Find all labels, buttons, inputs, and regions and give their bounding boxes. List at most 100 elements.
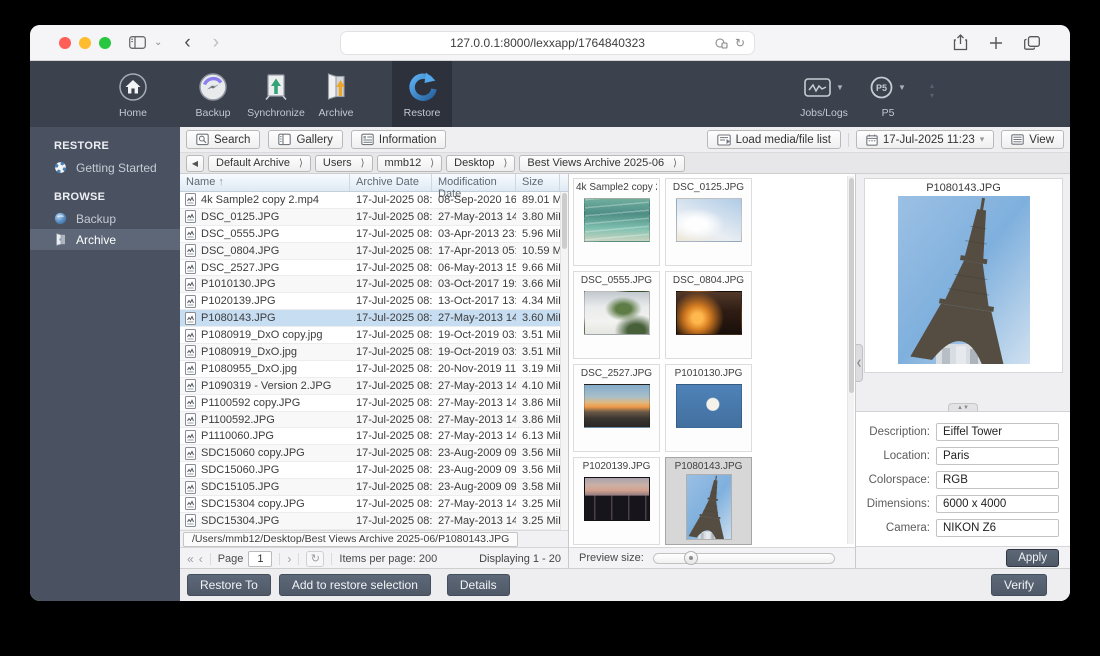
toolbar-backup-button[interactable]: Backup [180,61,246,127]
jobs-logs-dropdown-icon[interactable]: ▼ [836,83,844,92]
metadata-input[interactable] [936,471,1059,489]
sidebar-item-archive[interactable]: Archive [30,229,180,250]
column-header-modification-date[interactable]: Modification Date [432,174,516,191]
privacy-icon[interactable] [715,37,728,50]
breadcrumb-item[interactable]: Users⟩ [315,155,373,172]
toolbar-synchronize-button[interactable]: Synchronize [246,61,306,127]
reload-icon[interactable]: ↻ [735,36,745,50]
gallery-thumb[interactable]: DSC_2527.JPG [573,364,660,452]
gallery-scrollbar-thumb[interactable] [849,178,854,393]
share-icon[interactable] [953,34,968,51]
p5-button[interactable]: P5 ▼ P5 [860,61,916,127]
slider-knob[interactable] [684,551,698,565]
file-name: P1080143.JPG [201,312,276,324]
gallery-thumb[interactable]: P1020139.JPG [573,457,660,545]
table-row[interactable]: SDC15304.JPG17-Jul-2025 08:4427-May-2013… [180,513,568,530]
sidebar-item-backup[interactable]: Backup [30,208,180,229]
table-row[interactable]: P1080143.JPG17-Jul-2025 08:4427-May-2013… [180,310,568,327]
table-row[interactable]: SDC15105.JPG17-Jul-2025 08:4423-Aug-2009… [180,479,568,496]
path-bar: /Users/mmb12/Desktop/Best Views Archive … [180,530,568,547]
gallery-thumb[interactable]: P1010130.JPG [665,364,752,452]
verify-button[interactable]: Verify [991,574,1047,596]
table-row[interactable]: P1080919_DxO.jpg17-Jul-2025 08:4419-Oct-… [180,344,568,361]
preview-form-gap: ▲▼ [856,373,1070,411]
gallery-button[interactable]: Gallery [268,130,342,149]
table-row[interactable]: DSC_0125.JPG17-Jul-2025 08:4427-May-2013… [180,209,568,226]
forward-button[interactable]: › [213,33,219,52]
previous-page-button[interactable]: ‹ [199,552,203,566]
breadcrumb-item[interactable]: mmb12⟩ [377,155,443,172]
zoom-window-button[interactable] [99,37,111,49]
gallery-scrollbar[interactable] [847,176,854,544]
table-row[interactable]: SDC15060 copy.JPG17-Jul-2025 08:4423-Aug… [180,445,568,462]
table-row[interactable]: SDC15060.JPG17-Jul-2025 08:4423-Aug-2009… [180,462,568,479]
metadata-input[interactable] [936,447,1059,465]
gallery-thumb[interactable]: 4k Sample2 copy 2. [573,178,660,266]
apply-button[interactable]: Apply [1006,549,1059,567]
url-bar[interactable]: 127.0.0.1:8000/lexxapp/1764840323 ↻ [340,31,755,55]
action-button[interactable]: Add to restore selection [279,574,431,596]
date-picker-button[interactable]: 17-Jul-2025 11:23 ▾ [856,130,994,149]
modification-date-cell: 27-May-2013 14:36 [432,498,516,510]
table-scrollbar-thumb[interactable] [562,193,567,249]
tab-overview-icon[interactable] [1024,36,1040,50]
new-tab-icon[interactable] [989,36,1003,50]
preview-size-slider[interactable] [653,553,835,564]
apply-bar: Apply [856,546,1070,568]
breadcrumb-back-button[interactable]: ◀ [186,155,204,172]
table-row[interactable]: P1090319 - Version 2.JPG17-Jul-2025 08:4… [180,378,568,395]
table-row[interactable]: P1010130.JPG17-Jul-2025 08:4403-Oct-2017… [180,276,568,293]
breadcrumb-item[interactable]: Best Views Archive 2025-06⟩ [519,155,685,172]
breadcrumb-item[interactable]: Desktop⟩ [446,155,515,172]
table-scrollbar[interactable] [560,192,568,530]
refresh-button[interactable]: ↻ [306,551,324,567]
table-row[interactable]: P1110060.JPG17-Jul-2025 08:4427-May-2013… [180,428,568,445]
sidebar-item-label: Getting Started [76,161,157,175]
table-row[interactable]: 4k Sample2 copy 2.mp417-Jul-2025 08:4408… [180,192,568,209]
table-row[interactable]: P1080919_DxO copy.jpg17-Jul-2025 08:4419… [180,327,568,344]
gallery-thumb[interactable]: P1080143.JPG [665,457,752,545]
jobs-logs-button[interactable]: ▼ Jobs/Logs [788,61,860,127]
gallery-thumb[interactable]: DSC_0555.JPG [573,271,660,359]
form-collapse-handle[interactable]: ▲▼ [948,403,978,411]
column-header-name[interactable]: Name↑ [180,174,350,191]
table-row[interactable]: P1020139.JPG17-Jul-2025 08:4413-Oct-2017… [180,293,568,310]
toolbar-archive-button[interactable]: Archive [306,61,366,127]
minimize-window-button[interactable] [79,37,91,49]
next-page-button[interactable]: › [287,552,291,566]
action-button[interactable]: Details [447,574,510,596]
table-row[interactable]: DSC_2527.JPG17-Jul-2025 08:4406-May-2013… [180,260,568,277]
breadcrumb-item[interactable]: Default Archive⟩ [208,155,311,172]
load-media-button[interactable]: Load media/file list [707,130,841,149]
table-row[interactable]: P1100592.JPG17-Jul-2025 08:4427-May-2013… [180,412,568,429]
file-name: SDC15105.JPG [201,481,279,493]
gallery-thumb[interactable]: DSC_0125.JPG [665,178,752,266]
selected-file-path[interactable]: /Users/mmb12/Desktop/Best Views Archive … [183,532,518,547]
table-row[interactable]: SDC15304 copy.JPG17-Jul-2025 08:4427-May… [180,496,568,513]
metadata-input[interactable] [936,495,1059,513]
information-button[interactable]: Information [351,130,447,149]
table-row[interactable]: P1100592 copy.JPG17-Jul-2025 08:4427-May… [180,395,568,412]
table-row[interactable]: P1080955_DxO.jpg17-Jul-2025 08:4420-Nov-… [180,361,568,378]
back-button[interactable]: ‹ [184,33,190,52]
sidebar-chevron-icon[interactable]: ⌄ [154,37,162,48]
toolbar-restore-button[interactable]: Restore [392,61,452,127]
metadata-input[interactable] [936,519,1059,537]
p5-icon: P5 ▼ [870,69,906,105]
p5-dropdown-icon[interactable]: ▼ [898,83,906,92]
metadata-input[interactable] [936,423,1059,441]
column-header-size[interactable]: Size [516,174,560,191]
gallery-thumb[interactable]: DSC_0804.JPG [665,271,752,359]
sidebar-toggle-icon[interactable] [129,36,146,49]
column-header-archive-date[interactable]: Archive Date [350,174,432,191]
table-row[interactable]: DSC_0804.JPG17-Jul-2025 08:4417-Apr-2013… [180,243,568,260]
first-page-button[interactable]: « [187,552,194,566]
close-window-button[interactable] [59,37,71,49]
action-button[interactable]: Restore To [187,574,271,596]
table-row[interactable]: DSC_0555.JPG17-Jul-2025 08:4403-Apr-2013… [180,226,568,243]
toolbar-home-button[interactable]: Home [100,61,166,127]
view-button[interactable]: View [1001,130,1064,149]
sidebar-item-getting-started[interactable]: Getting Started [30,157,180,178]
search-button[interactable]: Search [186,130,260,149]
page-input[interactable] [248,551,272,567]
